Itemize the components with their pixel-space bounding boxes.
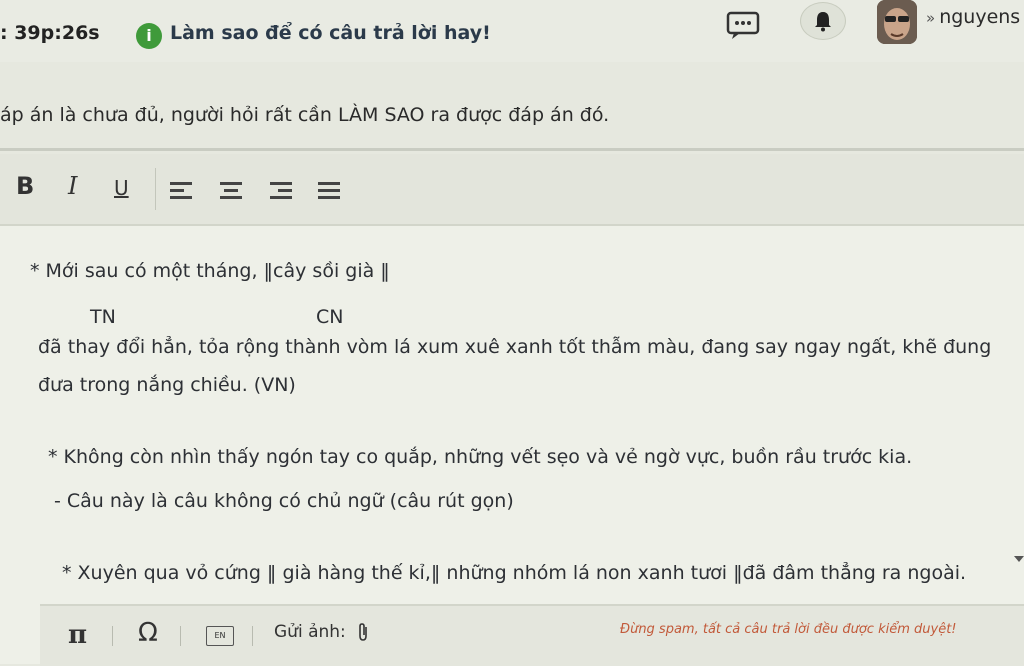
omega-icon[interactable]: Ω	[138, 618, 158, 648]
answer-line: * Xuyên qua vỏ cứng ‖ già hàng thế kỉ,‖ …	[62, 562, 967, 584]
editor-toolbar: B I U	[0, 154, 1024, 226]
answer-line: * Mới sau có một tháng, ‖cây sồi già ‖	[30, 260, 390, 282]
underline-button[interactable]: U	[114, 176, 129, 206]
align-right-icon[interactable]	[270, 182, 292, 204]
bell-icon	[815, 12, 831, 32]
answer-editor: B I U * Mới sau có một tháng, ‖cây sồi g…	[0, 154, 1024, 666]
footer-divider	[180, 626, 181, 646]
align-center-icon[interactable]	[220, 182, 242, 204]
answer-line: * Không còn nhìn thấy ngón tay co quắp, …	[48, 446, 913, 468]
user-menu[interactable]: » nguyens	[926, 6, 1020, 28]
answer-line: CN	[316, 306, 344, 328]
moderation-note: Đừng spam, tất cả câu trả lời đều được k…	[620, 622, 957, 637]
notification-button[interactable]	[800, 2, 846, 40]
answer-line: đã thay đổi hẳn, tỏa rộng thành vòm lá x…	[38, 336, 992, 358]
avatar[interactable]	[877, 0, 917, 44]
upload-image-label: Gửi ảnh:	[274, 622, 346, 642]
scroll-down-icon[interactable]	[1014, 556, 1024, 562]
editor-content[interactable]: * Mới sau có một tháng, ‖cây sồi già ‖ T…	[0, 224, 1024, 604]
top-bar: : 39p:26s i Làm sao để có câu trả lời ha…	[0, 0, 1024, 62]
keyboard-icon[interactable]: EN	[206, 626, 234, 646]
align-justify-icon[interactable]	[318, 182, 340, 204]
editor-footer: π Ω EN Gửi ảnh: Đừng spam, tất cả câu tr…	[40, 604, 1024, 666]
answer-tips-link[interactable]: Làm sao để có câu trả lời hay!	[170, 22, 491, 44]
chevron-icon: »	[926, 9, 936, 27]
answer-line: TN	[90, 306, 116, 328]
footer-divider	[252, 626, 253, 646]
paperclip-icon[interactable]	[356, 622, 370, 642]
chat-icon[interactable]	[726, 10, 762, 40]
align-left-icon[interactable]	[170, 182, 192, 204]
divider	[0, 148, 1024, 151]
username: nguyens	[939, 6, 1021, 28]
pi-icon[interactable]: π	[68, 620, 87, 650]
question-note: áp án là chưa đủ, người hỏi rất cần LÀM …	[0, 104, 610, 126]
countdown-timer: : 39p:26s	[0, 22, 100, 44]
answer-line: đưa trong nắng chiều. (VN)	[38, 374, 296, 396]
answer-line: - Câu này là câu không có chủ ngữ (câu r…	[54, 490, 514, 512]
footer-divider	[112, 626, 113, 646]
toolbar-divider	[155, 168, 156, 210]
italic-button[interactable]: I	[68, 172, 77, 202]
bold-button[interactable]: B	[16, 172, 34, 202]
info-icon[interactable]: i	[136, 23, 162, 49]
